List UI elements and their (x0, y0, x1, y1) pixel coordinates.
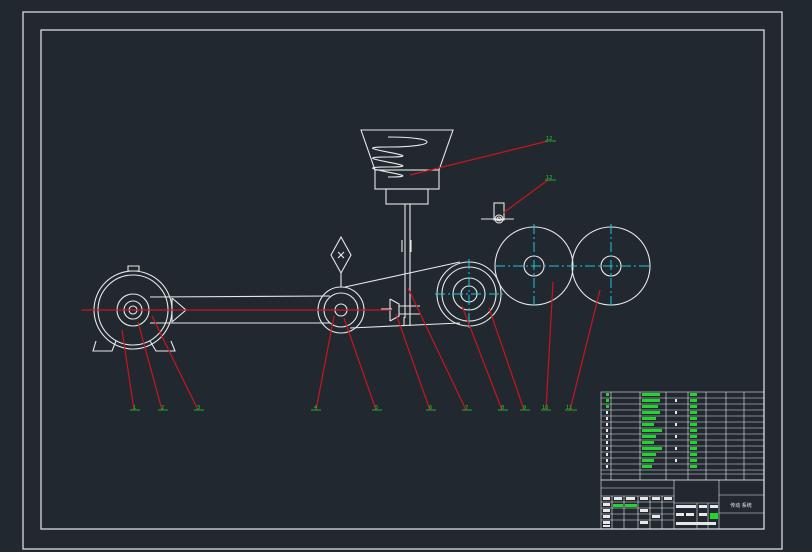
balloon-9: 9 (523, 405, 526, 411)
balloon-10: 10 (542, 405, 548, 411)
balloon-5: 5 (375, 405, 378, 411)
balloon-13: 12 (546, 175, 552, 181)
outer-frame (22, 11, 783, 550)
parts-list-table (600, 391, 765, 481)
drawing-title: 传动 系统 (730, 502, 752, 509)
balloon-12: 12 (546, 136, 552, 142)
feed-hopper (360, 129, 454, 318)
balloon-4: 4 (314, 405, 317, 411)
balloon-3: 3 (197, 405, 200, 411)
balloon-1: 1 (133, 405, 136, 411)
balloon-8: 8 (501, 405, 504, 411)
balloon-2: 2 (161, 405, 164, 411)
balloon-11: 11 (566, 405, 572, 411)
sensor-bracket (481, 202, 514, 224)
balloon-7: 7 (465, 405, 468, 411)
intermediate-pulley (317, 235, 365, 334)
title-block: 传动 系统 (600, 479, 765, 530)
electric-motor (92, 265, 187, 352)
bevel-gear (381, 298, 420, 326)
centerlines (435, 224, 652, 329)
cad-drawing-canvas[interactable]: 1 2 3 4 5 6 7 8 9 10 11 12 12 传动 系统 (0, 0, 812, 552)
leader-lines (121, 140, 601, 411)
balloon-6: 6 (429, 405, 432, 411)
